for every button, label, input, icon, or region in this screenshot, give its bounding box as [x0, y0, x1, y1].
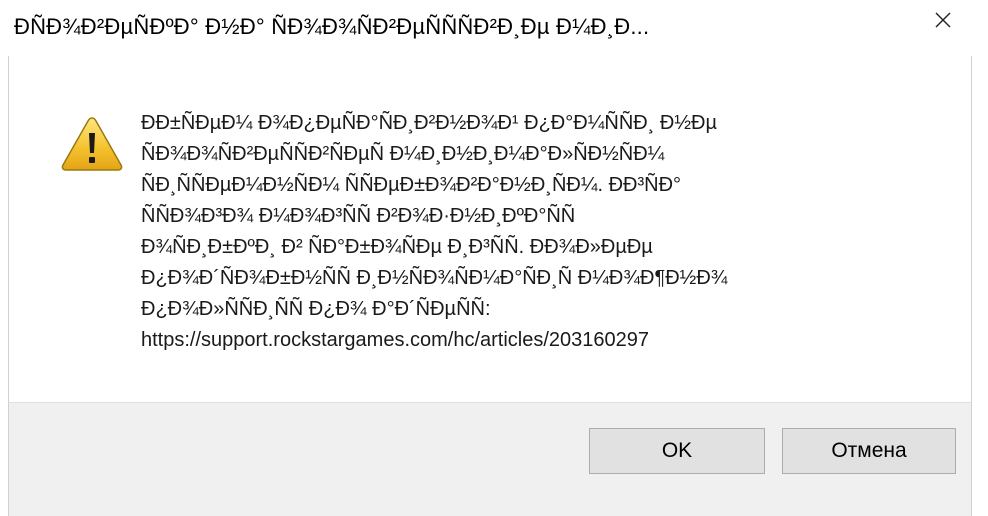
message-line: ÑÐ¾Ð¾ÑÐ²ÐµÑÑÐ²ÑÐµÑ Ð¼Ð¸Ð½Ð¸Ð¼Ð°Ð»ÑÐ½ÑÐ¼ [141, 143, 665, 165]
message-line: Ð¿Ð¾Ð»ÑÑÐ¸ÑÑ Ð¿Ð¾ Ð°Ð´ÑÐµÑÑ: [141, 298, 491, 320]
support-url: https://support.rockstargames.com/hc/art… [141, 329, 650, 351]
message-line: ÐÐ±ÑÐµÐ¼ Ð¾Ð¿ÐµÑÐ°ÑÐ¸Ð²Ð½Ð¾Ð¹ Ð¿Ð°Ð¼ÑÑÐ¸… [141, 112, 718, 134]
message-line: ÑÐ¸ÑÑÐµÐ¼Ð½ÑÐ¼ ÑÑÐµÐ±Ð¾Ð²Ð°Ð½Ð¸ÑÐ¼. ÐÐ³Ñ… [141, 174, 682, 196]
message-line: Ð¿Ð¾Ð´ÑÐ¾Ð±Ð½ÑÑ Ð¸Ð½ÑÐ¾ÑÐ¼Ð°ÑÐ¸Ñ Ð¼Ð¾Ð¶Ð… [141, 267, 728, 289]
cancel-button[interactable]: Отмена [782, 428, 956, 474]
message-line: Ð¾ÑÐ¸Ð±ÐºÐ¸ Ð² ÑÐ°Ð±Ð¾ÑÐµ Ð¸Ð³ÑÑ. ÐÐ¾Ð»Ð… [141, 236, 653, 258]
close-icon [935, 12, 951, 28]
message-dialog: ÐÑÐ¾Ð²ÐµÑÐºÐ° Ð½Ð° ÑÐ¾Ð¾ÑÐ²ÐµÑÑÑÐ²Ð¸Ðµ Ð… [0, 0, 988, 516]
title-bar[interactable]: ÐÑÐ¾Ð²ÐµÑÐºÐ° Ð½Ð° ÑÐ¾Ð¾ÑÐ²ÐµÑÑÑÐ²Ð¸Ðµ Ð… [0, 0, 988, 56]
ok-button[interactable]: OK [589, 428, 765, 474]
window-title: ÐÑÐ¾Ð²ÐµÑÐºÐ° Ð½Ð° ÑÐ¾Ð¾ÑÐ²ÐµÑÑÑÐ²Ð¸Ðµ Ð… [14, 14, 650, 39]
message-text: ÐÐ±ÑÐµÐ¼ Ð¾Ð¿ÐµÑÐ°ÑÐ¸Ð²Ð½Ð¾Ð¹ Ð¿Ð°Ð¼ÑÑÐ¸… [141, 108, 881, 356]
warning-icon [60, 115, 124, 173]
close-button[interactable] [914, 0, 972, 40]
message-line: ÑÑÐ¾Ð³Ð¾ Ð¼Ð¾Ð³ÑÑ Ð²Ð¾Ð·Ð½Ð¸ÐºÐ°ÑÑ [141, 205, 576, 227]
